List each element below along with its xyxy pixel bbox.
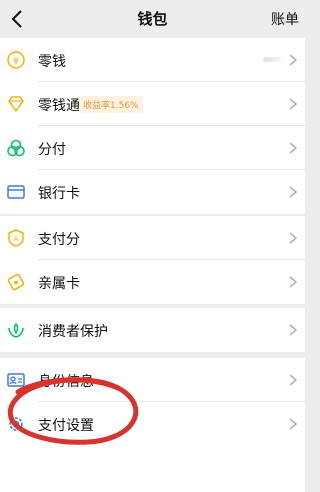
wallet-item-fenfu[interactable]: 分付 [0, 126, 305, 170]
diamond-icon [8, 96, 24, 112]
bank-card-icon [7, 185, 25, 199]
wallet-item-label: 支付设置 [38, 418, 94, 434]
wallet-item-label: 银行卡 [38, 186, 80, 202]
svg-text:¥: ¥ [13, 56, 19, 67]
consumer-protection-icon [8, 322, 24, 338]
wallet-item-label: 零钱 [38, 54, 66, 70]
family-card-icon [7, 273, 25, 291]
wallet-group-4: 身份信息 支付设置 [0, 358, 305, 492]
page-title: 钱包 [137, 10, 168, 28]
svg-text:A: A [14, 235, 19, 243]
chevron-right-icon [289, 324, 298, 336]
pay-score-icon: A [8, 229, 24, 247]
yield-badge: 收益率1.56% [79, 96, 143, 113]
id-card-icon [7, 373, 25, 387]
wallet-item-payment-settings[interactable]: 支付设置 [0, 402, 305, 446]
wallet-item-consumer-protection[interactable]: 消费者保护 [0, 308, 305, 352]
wallet-item-label: 分付 [38, 142, 66, 158]
wallet-item-identity-info[interactable]: 身份信息 [0, 358, 305, 402]
wallet-item-label: 身份信息 [38, 374, 94, 390]
wallet-item-change[interactable]: ¥ 零钱 [0, 38, 305, 82]
wallet-item-label: 零钱通 [38, 98, 80, 114]
chevron-right-icon [289, 418, 298, 430]
wallet-item-pay-score[interactable]: A 支付分 [0, 216, 305, 260]
wallet-item-label: 支付分 [38, 232, 80, 248]
fenfu-icon [7, 139, 25, 157]
chevron-right-icon [289, 186, 298, 198]
chevron-right-icon [289, 232, 298, 244]
balance-hidden [263, 57, 281, 62]
chevron-right-icon [289, 374, 298, 386]
nav-bar: 钱包 账单 [0, 0, 305, 38]
wallet-group-1: ¥ 零钱 零钱通 收益率1.56% 分付 银行卡 [0, 38, 305, 214]
wallet-group-2: A 支付分 亲属卡 [0, 216, 305, 304]
wallet-item-label: 亲属卡 [38, 276, 80, 292]
chevron-right-icon [289, 98, 298, 110]
wallet-item-lingqiantong[interactable]: 零钱通 收益率1.56% [0, 82, 305, 126]
coin-icon: ¥ [7, 51, 25, 69]
wallet-item-family-card[interactable]: 亲属卡 [0, 260, 305, 304]
settings-icon [9, 417, 23, 431]
wallet-group-3: 消费者保护 [0, 308, 305, 352]
wallet-item-label: 消费者保护 [38, 324, 108, 340]
wallet-item-bank-card[interactable]: 银行卡 [0, 170, 305, 214]
chevron-right-icon [289, 54, 298, 66]
chevron-right-icon [289, 276, 298, 288]
chevron-right-icon [289, 142, 298, 154]
bill-button[interactable]: 账单 [271, 9, 299, 29]
